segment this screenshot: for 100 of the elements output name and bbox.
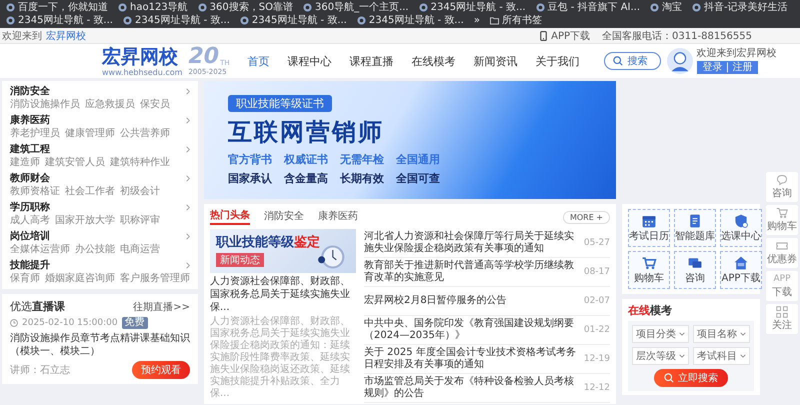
banner-feature: 含金量高 (284, 171, 328, 186)
phone-icon (540, 30, 548, 40)
book-button[interactable]: 预约观看 (132, 361, 190, 379)
subcategory-link[interactable]: 办公技能 (75, 243, 115, 256)
subcategory-link[interactable]: 应急救援员 (85, 98, 135, 111)
news-title[interactable]: 中共中央、国务院印发《教育强国建设规划纲要（2024—2035年）》 (364, 318, 578, 342)
featured-news-title[interactable]: 人力资源社会保障部、财政部、国家税务总局关于延续实施失业保... (210, 275, 356, 314)
course-title[interactable]: 消防设施操作员章节考点精讲课基础知识（模块一、模块二） (10, 332, 190, 358)
site-logo[interactable]: 宏昇网校 (102, 46, 178, 68)
search-now-button[interactable]: 立即搜索 (654, 369, 728, 387)
subcategory-link[interactable]: 职称评审 (120, 214, 160, 227)
chevron-icon (186, 117, 190, 124)
nav-link[interactable]: 新闻资讯 (474, 54, 518, 68)
subcategory-link[interactable]: 保安员 (140, 98, 170, 111)
floating-link[interactable]: APP 下载 (766, 271, 798, 301)
subcategory-link[interactable]: 养老护理员 (10, 127, 60, 140)
nav-link[interactable]: 课程中心 (288, 54, 332, 68)
subcategory-link[interactable]: 消防设施操作员 (10, 98, 80, 111)
subcategory-link[interactable]: 电商运营 (120, 243, 160, 256)
news-tab[interactable]: 热门头条 (210, 209, 250, 225)
app-download-link[interactable]: APP下载 (551, 28, 590, 42)
subcategory-link[interactable]: 保育师 (10, 272, 40, 285)
news-image[interactable]: 职业技能等级鉴定 新闻动态 (210, 229, 356, 273)
category-title[interactable]: 教师财会 (10, 172, 50, 185)
welcome-text: 欢迎来到 (2, 30, 42, 42)
more-bookmarks-button[interactable]: » (474, 14, 480, 27)
category-title[interactable]: 学历职称 (10, 201, 50, 214)
category-title[interactable]: 消防安全 (10, 85, 50, 98)
login-register-button[interactable]: 登录 | 注册 (696, 61, 758, 74)
banner[interactable]: 职业技能等级证书 互联网营销师 官方背书 权威证书 无需年检 全国通用 国家承认 含金量高 长期有效 全国可查 (204, 81, 616, 199)
category-title[interactable]: 建筑工程 (10, 143, 50, 156)
bookmark-link[interactable]: 抖音-记录美好生活 (692, 1, 788, 14)
bookmark-link[interactable]: 2345网址导航 - 致... (418, 1, 526, 14)
site-link[interactable]: 宏昇网校 (46, 28, 86, 42)
filter-dropdown[interactable]: 项目名称 (693, 325, 750, 343)
news-date: 12-19 (584, 354, 610, 364)
category-title[interactable]: 技能提升 (10, 259, 50, 272)
chat-icon (687, 255, 703, 271)
quick-link[interactable]: APP下载 (720, 251, 762, 289)
more-button[interactable]: MORE + (562, 210, 610, 224)
chevron-icon (186, 233, 190, 240)
calendar-icon (641, 213, 657, 229)
bookmark-link[interactable]: 豆包 - 抖音旗下 AI... (536, 1, 640, 14)
category-title[interactable]: 岗位培训 (10, 230, 50, 243)
news-title[interactable]: 关于 2025 年度全国会计专业技术资格考试考务日程安排及有关事项的通知 (364, 347, 578, 371)
subcategory-link[interactable]: 社会工作者 (65, 185, 115, 198)
floating-link[interactable]: 咨询 (766, 172, 798, 202)
news-tab[interactable]: 消防安全 (264, 210, 304, 224)
floating-link[interactable]: 关注 (766, 304, 798, 334)
news-tab[interactable]: 康养医药 (318, 210, 358, 224)
floating-link-label: 咨询 (772, 187, 792, 200)
bookmark-link[interactable]: 百度一下，你就知道 (6, 1, 108, 14)
nav-link[interactable]: 在线模考 (412, 54, 456, 68)
subcategory-link[interactable]: 建筑安管人员 (45, 156, 105, 169)
news-title[interactable]: 教育部关于推进新时代普通高等学校学历继续教育改革的实施意见 (364, 260, 578, 284)
subcategory-link[interactable]: 教师资格证 (10, 185, 60, 198)
site-icon (692, 3, 702, 12)
subcategory-link[interactable]: 婚姻家庭咨询师 (45, 272, 115, 285)
quick-link[interactable]: 购物车 (628, 251, 670, 289)
bookmark-link[interactable]: 淘宝 (650, 1, 682, 14)
quick-link[interactable]: 智能题库 (674, 209, 716, 247)
category-title[interactable]: 康养医药 (10, 114, 50, 127)
bookmark-link[interactable]: 2345网址导航 - 致... (6, 14, 113, 27)
news-title[interactable]: 宏昇网校2月8日暂停服务的公告 (364, 295, 578, 307)
bookmark-link[interactable]: 2345网址导航 - 致... (240, 14, 347, 27)
subcategory-link[interactable]: 国家开放大学 (55, 214, 115, 227)
section-title: 模考 (650, 304, 672, 317)
subcategory-link[interactable]: 建筑特种作业 (110, 156, 170, 169)
bookmark-link[interactable]: hao123导航 (118, 1, 188, 14)
chevron-icon (186, 262, 190, 269)
bookmark-link[interactable]: 360搜索，SO靠谱 (198, 1, 293, 14)
subcategory-link[interactable]: 成人高考 (10, 214, 50, 227)
nav-link[interactable]: 首页 (248, 54, 270, 68)
news-title[interactable]: 市场监管总局关于发布《特种设备检验人员考核规则》的公告 (364, 376, 578, 400)
floating-link[interactable]: 优惠券 (766, 238, 798, 268)
quick-link[interactable]: 考试日历 (628, 209, 670, 247)
nav-link[interactable]: 课程直播 (350, 54, 394, 68)
subcategory-link[interactable]: 全媒体运营师 (10, 243, 70, 256)
subcategory-link[interactable]: 初级会计 (120, 185, 160, 198)
filter-dropdown[interactable]: 考试科目 (693, 347, 750, 365)
subcategory-link[interactable]: 客户服务管理师 (120, 272, 190, 285)
subcategory-link[interactable]: 公共营养师 (120, 127, 170, 140)
cart-icon (776, 207, 788, 219)
subcategory-link[interactable]: 建造师 (10, 156, 40, 169)
floating-link[interactable]: 购物车 (766, 205, 798, 235)
quick-link[interactable]: 咨询 (674, 251, 716, 289)
news-title[interactable]: 河北省人力资源和社会保障厅等行局关于延续实施失业保险援企稳岗政策有关事项的通知 (364, 231, 578, 255)
all-bookmarks-link[interactable]: 所有书签 (490, 14, 542, 27)
bookmark-link[interactable]: 360导航_一个主页... (302, 1, 409, 14)
subcategory-link[interactable]: 健康管理师 (65, 127, 115, 140)
past-live-link[interactable]: 往期直播>> (133, 300, 190, 314)
filter-dropdown[interactable]: 项目分类 (632, 325, 689, 343)
banner-feature: 全国可查 (396, 171, 440, 186)
filter-dropdown[interactable]: 层次等级 (632, 347, 689, 365)
caret-icon (740, 332, 746, 336)
quick-link[interactable]: 选课中心 (720, 209, 762, 247)
bookmark-link[interactable]: 2345网址导航 - 致... (122, 14, 230, 27)
nav-link[interactable]: 关于我们 (536, 54, 580, 68)
search-button[interactable]: 搜索 (604, 52, 661, 70)
bookmark-link[interactable]: 2345网址导航 - 致... (356, 14, 464, 27)
